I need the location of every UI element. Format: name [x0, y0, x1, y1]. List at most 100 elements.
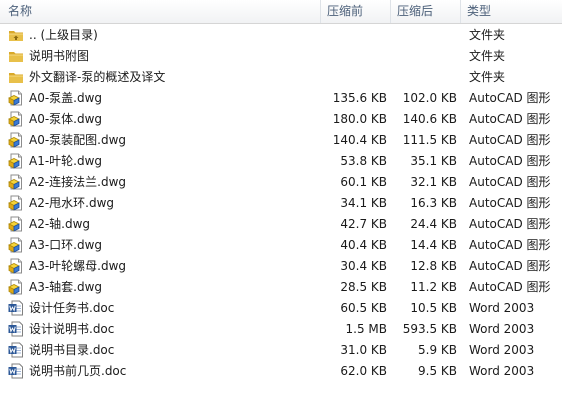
file-row[interactable]: 设计任务书.doc 60.5 KB 10.5 KB Word 2003 [0, 298, 562, 319]
folder-up-icon [8, 25, 26, 46]
file-row[interactable]: 说明书前几页.doc 62.0 KB 9.5 KB Word 2003 [0, 361, 562, 382]
file-name: .. (上级目录) [29, 28, 98, 42]
file-type: Word 2003 [469, 343, 535, 357]
file-size-before [321, 25, 387, 46]
word-doc-icon [8, 319, 26, 340]
dwg-file-icon [8, 256, 26, 277]
file-row[interactable]: A2-轴.dwg 42.7 KB 24.4 KB AutoCAD 图形 [0, 214, 562, 235]
file-size-before: 34.1 KB [340, 196, 387, 210]
file-size-after: 593.5 KB [402, 322, 457, 336]
dwg-file-icon [8, 88, 26, 109]
file-row[interactable]: A1-叶轮.dwg 53.8 KB 35.1 KB AutoCAD 图形 [0, 151, 562, 172]
file-size-after: 140.6 KB [402, 112, 457, 126]
file-row[interactable]: 外文翻译-泵的概述及译文 文件夹 [0, 67, 562, 88]
file-size-before: 31.0 KB [340, 343, 387, 357]
file-size-before: 62.0 KB [340, 364, 387, 378]
file-row[interactable]: 说明书目录.doc 31.0 KB 5.9 KB Word 2003 [0, 340, 562, 361]
file-type: AutoCAD 图形 [469, 238, 551, 252]
file-size-after: 9.5 KB [418, 364, 457, 378]
file-size-after: 12.8 KB [410, 259, 457, 273]
file-name: 外文翻译-泵的概述及译文 [29, 70, 166, 84]
file-type: 文件夹 [469, 70, 506, 84]
file-row[interactable]: A0-泵装配图.dwg 140.4 KB 111.5 KB AutoCAD 图形 [0, 130, 562, 151]
file-name: A3-口环.dwg [29, 238, 103, 252]
file-rows: .. (上级目录) 文件夹 说明书附图 文件夹 外文翻译-泵的概述及译文 文件夹 A0-泵盖… [0, 25, 562, 382]
dwg-file-icon [8, 172, 26, 193]
file-type: AutoCAD 图形 [469, 154, 551, 168]
file-type: 文件夹 [469, 28, 506, 42]
file-type: Word 2003 [469, 301, 535, 315]
file-type: AutoCAD 图形 [469, 196, 551, 210]
file-name: 说明书附图 [29, 49, 90, 63]
file-row[interactable]: A3-叶轮螺母.dwg 30.4 KB 12.8 KB AutoCAD 图形 [0, 256, 562, 277]
file-row[interactable]: A0-泵体.dwg 180.0 KB 140.6 KB AutoCAD 图形 [0, 109, 562, 130]
dwg-file-icon [8, 277, 26, 298]
dwg-file-icon [8, 151, 26, 172]
file-size-before: 28.5 KB [340, 280, 387, 294]
file-row[interactable]: 设计说明书.doc 1.5 MB 593.5 KB Word 2003 [0, 319, 562, 340]
file-type: AutoCAD 图形 [469, 112, 551, 126]
file-size-before: 53.8 KB [340, 154, 387, 168]
dwg-file-icon [8, 193, 26, 214]
file-type: Word 2003 [469, 364, 535, 378]
file-row[interactable]: A3-轴套.dwg 28.5 KB 11.2 KB AutoCAD 图形 [0, 277, 562, 298]
file-size-after: 11.2 KB [410, 280, 457, 294]
column-header-type[interactable]: 类型 [461, 0, 562, 23]
column-header-bar: 名称 压缩前 压缩后 类型 [0, 0, 562, 24]
folder-icon [8, 46, 26, 67]
file-size-after: 16.3 KB [410, 196, 457, 210]
column-header-compressed-size[interactable]: 压缩后 [391, 0, 461, 23]
file-name: A2-甩水环.dwg [29, 196, 115, 210]
file-size-after [391, 25, 457, 46]
file-name: A0-泵装配图.dwg [29, 133, 127, 147]
file-row[interactable]: A3-口环.dwg 40.4 KB 14.4 KB AutoCAD 图形 [0, 235, 562, 256]
file-size-after: 24.4 KB [410, 217, 457, 231]
file-size-after: 32.1 KB [410, 175, 457, 189]
list-bottom-edge [0, 402, 562, 406]
file-name: 说明书前几页.doc [29, 364, 127, 378]
word-doc-icon [8, 340, 26, 361]
dwg-file-icon [8, 235, 26, 256]
file-row[interactable]: A2-连接法兰.dwg 60.1 KB 32.1 KB AutoCAD 图形 [0, 172, 562, 193]
file-size-before: 135.6 KB [332, 91, 387, 105]
file-type: AutoCAD 图形 [469, 280, 551, 294]
file-type: 文件夹 [469, 49, 506, 63]
file-name: 说明书目录.doc [29, 343, 115, 357]
file-name: 设计任务书.doc [29, 301, 115, 315]
column-header-packed-size[interactable]: 压缩前 [321, 0, 391, 23]
file-size-after: 5.9 KB [418, 343, 457, 357]
file-size-before: 140.4 KB [332, 133, 387, 147]
file-row[interactable]: A0-泵盖.dwg 135.6 KB 102.0 KB AutoCAD 图形 [0, 88, 562, 109]
file-type: AutoCAD 图形 [469, 217, 551, 231]
file-size-before: 1.5 MB [345, 322, 387, 336]
file-name: 设计说明书.doc [29, 322, 115, 336]
dwg-file-icon [8, 130, 26, 151]
file-size-before: 60.5 KB [340, 301, 387, 315]
file-row[interactable]: A2-甩水环.dwg 34.1 KB 16.3 KB AutoCAD 图形 [0, 193, 562, 214]
file-size-before: 42.7 KB [340, 217, 387, 231]
dwg-file-icon [8, 214, 26, 235]
file-type: Word 2003 [469, 322, 535, 336]
folder-icon [8, 67, 26, 88]
file-size-before: 180.0 KB [332, 112, 387, 126]
word-doc-icon [8, 298, 26, 319]
file-name: A3-轴套.dwg [29, 280, 103, 294]
file-size-before: 60.1 KB [340, 175, 387, 189]
file-list-view: 名称 压缩前 压缩后 类型 .. (上级目录) 文件夹 说明书附图 文件夹 外文翻译-泵… [0, 0, 562, 406]
file-size-after: 102.0 KB [402, 91, 457, 105]
file-size-after: 35.1 KB [410, 154, 457, 168]
file-size-before [321, 67, 387, 88]
file-type: AutoCAD 图形 [469, 259, 551, 273]
file-type: AutoCAD 图形 [469, 175, 551, 189]
file-name: A2-轴.dwg [29, 217, 91, 231]
file-size-after: 10.5 KB [410, 301, 457, 315]
file-size-before: 40.4 KB [340, 238, 387, 252]
column-header-name[interactable]: 名称 [0, 0, 321, 23]
file-name: A0-泵体.dwg [29, 112, 103, 126]
file-row[interactable]: 说明书附图 文件夹 [0, 46, 562, 67]
file-name: A1-叶轮.dwg [29, 154, 103, 168]
file-size-after: 14.4 KB [410, 238, 457, 252]
file-type: AutoCAD 图形 [469, 91, 551, 105]
file-type: AutoCAD 图形 [469, 133, 551, 147]
file-row[interactable]: .. (上级目录) 文件夹 [0, 25, 562, 46]
